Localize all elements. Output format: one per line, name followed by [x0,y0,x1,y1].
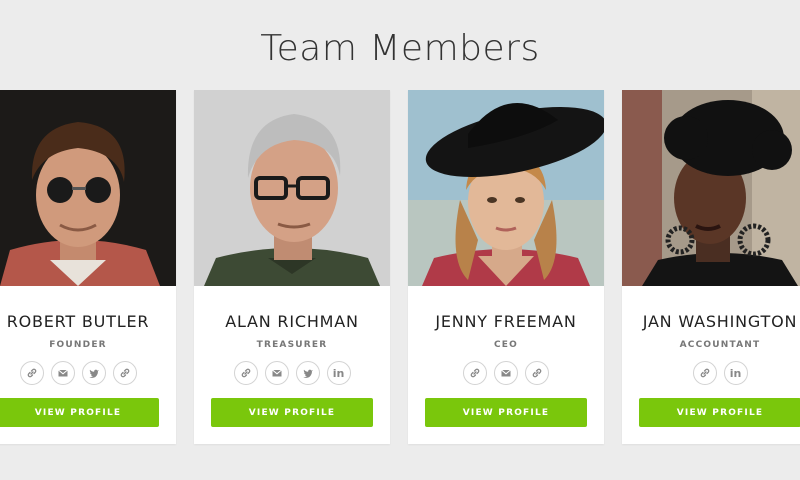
member-name: JENNY FREEMAN [435,312,577,331]
view-profile-button[interactable]: VIEW PROFILE [639,398,800,427]
view-profile-button[interactable]: VIEW PROFILE [211,398,373,427]
twitter-icon[interactable] [295,361,320,385]
page-title: Team Members [260,28,540,69]
member-card-jan-washington: JAN WASHINGTON ACCOUNTANT in VIEW PROFIL… [622,90,800,444]
member-card-alan-richman: ALAN RICHMAN TREASURER in VIEW PROFILE [194,90,390,444]
link-icon[interactable] [692,361,717,385]
member-role: TREASURER [256,340,328,350]
view-profile-button[interactable]: VIEW PROFILE [425,398,587,427]
member-role: FOUNDER [49,340,107,350]
link-icon[interactable] [112,361,137,385]
linkedin-icon[interactable]: in [723,361,748,385]
member-photo [194,90,390,286]
email-icon[interactable] [494,361,518,385]
member-card-jenny-freeman: JENNY FREEMAN CEO VIEW PROFILE [408,90,604,444]
member-photo [622,90,800,286]
member-name: ROBERT BUTLER [6,312,150,331]
member-photo [408,90,604,286]
twitter-icon[interactable] [81,361,106,385]
member-name: JAN WASHINGTON [642,312,798,331]
link-icon[interactable] [19,361,44,385]
email-icon[interactable] [264,361,289,385]
email-icon[interactable] [50,361,75,385]
member-role: CEO [493,340,518,350]
social-links: in [622,361,800,385]
social-links: in [194,361,390,385]
member-card-robert-butler: ROBERT BUTLER FOUNDER VIEW PROFILE [0,90,176,444]
view-profile-button[interactable]: VIEW PROFILE [0,398,159,427]
link-icon[interactable] [525,361,549,385]
linkedin-icon[interactable]: in [326,361,351,385]
member-role: ACCOUNTANT [679,340,761,350]
link-icon[interactable] [233,361,258,385]
link-icon[interactable] [463,361,487,385]
social-links [0,361,176,385]
social-links [408,361,604,385]
member-photo [0,90,176,286]
member-name: ALAN RICHMAN [225,312,359,331]
